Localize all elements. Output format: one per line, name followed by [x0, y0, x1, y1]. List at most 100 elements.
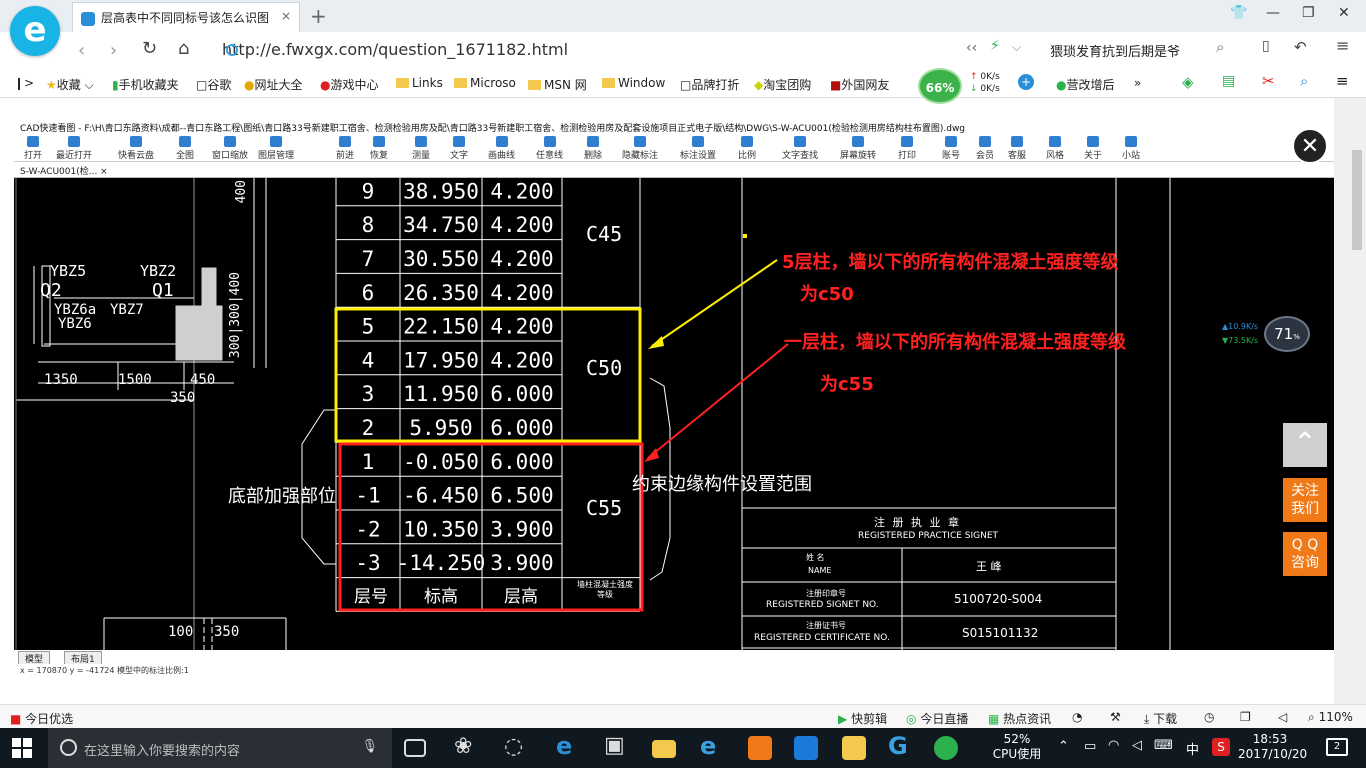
cad-tool-5[interactable]: 图层管理 [258, 136, 294, 161]
cad-tool-6[interactable]: 前进 [336, 136, 354, 161]
swirl-app-icon[interactable]: ◌ [504, 734, 528, 759]
browser-taskbar-icon[interactable] [934, 736, 958, 760]
download[interactable]: ⤓ 下载 [1144, 710, 1177, 727]
cad-tool-11[interactable]: 任意线 [536, 136, 563, 161]
cad-tool-15[interactable]: 比例 [738, 136, 756, 161]
cad-tool-22[interactable]: 风格 [1046, 136, 1064, 161]
bookmark-microsoft[interactable]: Microso [454, 76, 516, 90]
sogou-ime-icon[interactable]: S [1212, 738, 1230, 756]
bookmark-tax[interactable]: ●营改增后 [1056, 76, 1115, 93]
cad-tool-20[interactable]: 会员 [976, 136, 994, 161]
cad-tool-17[interactable]: 屏幕旋转 [840, 136, 876, 161]
speed-boost-ball[interactable]: 66% [918, 68, 962, 104]
windows-start-icon[interactable] [12, 738, 32, 758]
chevron-down-icon[interactable]: ⌵ [1012, 40, 1021, 55]
bookmark-mobile[interactable]: ▮手机收藏夹 [112, 76, 179, 93]
url-input[interactable]: http://e.fwxgx.com/question_1671182.html [222, 40, 568, 59]
new-tab-button[interactable]: + [310, 4, 327, 28]
zoom-level[interactable]: ⌕ 110% [1308, 710, 1353, 725]
cad-tool-0[interactable]: 打开 [24, 136, 42, 161]
bookmark-favorites[interactable]: ★收藏 ⌵ [46, 76, 94, 93]
cad-tool-9[interactable]: 文字 [450, 136, 468, 161]
forward-arrow-icon[interactable]: › [110, 40, 117, 61]
plus-icon[interactable]: + [1018, 74, 1034, 90]
more-bookmarks-icon[interactable]: » [1134, 76, 1141, 90]
hot-news[interactable]: ▦ 热点资讯 [988, 710, 1051, 727]
notes-app-icon[interactable] [842, 736, 866, 760]
shield-icon[interactable]: ◈ [1182, 73, 1194, 91]
refresh-icon[interactable]: ↻ [142, 38, 157, 59]
g-app-icon[interactable]: G [888, 732, 912, 760]
minimize-button[interactable]: — [1266, 5, 1280, 21]
ime-indicator[interactable]: 中 [1186, 739, 1199, 758]
quick-edit[interactable]: ▶ 快剪辑 [838, 710, 887, 727]
search-icon[interactable]: ⌕ [1216, 38, 1224, 56]
cad-tool-8[interactable]: 测量 [412, 136, 430, 161]
network-monitor-widget[interactable]: ▲10.9K/s ▼73.5K/s 71% [1222, 316, 1312, 354]
cad-tool-4[interactable]: 窗口缩放 [212, 136, 248, 161]
bookmark-windows[interactable]: Window [602, 76, 665, 90]
cad-tool-21[interactable]: 客服 [1008, 136, 1026, 161]
sidebar-toggle-icon[interactable]: ❙> [14, 76, 34, 90]
cad-tool-16[interactable]: 文字查找 [782, 136, 818, 161]
page-scrollbar-thumb[interactable] [1352, 150, 1362, 250]
speedometer-icon[interactable]: ◔ [1072, 710, 1082, 724]
wifi-icon[interactable]: ◠ [1108, 738, 1119, 753]
back-to-top-button[interactable]: ⌃ [1283, 423, 1327, 467]
bookmark-foreign[interactable]: ■外国网友 [830, 76, 889, 93]
home-icon[interactable]: ⌂ [178, 38, 189, 59]
today-picks[interactable]: ■ 今日优选 [10, 710, 73, 727]
lightning-icon[interactable]: ⚡ [990, 38, 1000, 54]
shirt-skin-icon[interactable]: 👕 [1230, 5, 1247, 21]
cad-file-tab[interactable]: S-W-ACU001(检... × [14, 162, 1334, 178]
keyboard-icon[interactable]: ⌨ [1154, 738, 1173, 753]
cad-tool-2[interactable]: 快看云盘 [118, 136, 154, 161]
browser-tab-active[interactable]: 层高表中不同同标号该怎么识图 × [72, 2, 300, 32]
cad-tool-14[interactable]: 标注设置 [680, 136, 716, 161]
store-icon[interactable]: ▣ [604, 733, 628, 758]
today-live[interactable]: ◎ 今日直播 [906, 710, 968, 727]
browser-logo[interactable]: e [10, 6, 60, 56]
edge-icon[interactable]: e [556, 732, 580, 760]
restore-button[interactable]: ❐ [1302, 5, 1315, 21]
taobao-icon[interactable] [748, 736, 772, 760]
task-view-icon[interactable] [404, 739, 426, 757]
close-viewer-button[interactable]: ✕ [1292, 128, 1328, 164]
cad-tool-18[interactable]: 打印 [898, 136, 916, 161]
history-icon[interactable]: ◷ [1204, 710, 1214, 724]
cad-tool-3[interactable]: 全图 [176, 136, 194, 161]
close-window-button[interactable]: ✕ [1338, 5, 1350, 21]
cad-tool-13[interactable]: 隐藏标注 [622, 136, 658, 161]
notification-center-button[interactable]: 2 [1326, 738, 1348, 756]
menu-icon[interactable]: ≡ [1336, 36, 1349, 55]
system-clock[interactable]: 18:53 2017/10/20 [1238, 732, 1307, 762]
scissors-icon[interactable]: ✂ [1262, 72, 1275, 90]
follow-us-button[interactable]: 关注 我们 [1283, 478, 1327, 522]
tab-close-icon[interactable]: × [281, 9, 291, 23]
volume-icon[interactable]: ◁ [1132, 738, 1142, 753]
ie-icon[interactable]: e [700, 732, 724, 760]
cad-tool-12[interactable]: 删除 [584, 136, 602, 161]
search-icon[interactable]: ⌕ [1300, 72, 1308, 90]
cad-tool-24[interactable]: 小站 [1122, 136, 1140, 161]
taskbar-search-input[interactable]: 在这里输入你要搜索的内容 🎙 [48, 728, 392, 768]
tools-icon[interactable]: ⚒ [1110, 710, 1121, 724]
undo-icon[interactable]: ↶ [1294, 38, 1307, 56]
bookmark-taobao[interactable]: ◆淘宝团购 [754, 76, 811, 93]
battery-icon[interactable]: ▭ [1084, 739, 1096, 754]
sound-icon[interactable]: ◁ [1278, 710, 1287, 724]
bookmark-games[interactable]: ●游戏中心 [320, 76, 379, 93]
bookmark-brand[interactable]: □品牌打折 [680, 76, 739, 93]
bookmark-google[interactable]: □谷歌 [196, 76, 231, 93]
phone-icon[interactable]: ▯ [1262, 38, 1270, 54]
window-icon[interactable]: ❐ [1240, 710, 1251, 724]
cad-tool-7[interactable]: 恢复 [370, 136, 388, 161]
wallet-icon[interactable]: ▤ [1222, 73, 1235, 89]
cad-tool-19[interactable]: 账号 [942, 136, 960, 161]
cad-drawing-canvas[interactable]: 9 38.950 4.200 8 34.750 4.200 7 30.550 4.200 6 26.… [14, 178, 1334, 650]
cad-tool-1[interactable]: 最近打开 [56, 136, 92, 161]
tray-chevron-icon[interactable]: ⌃ [1058, 739, 1069, 754]
cad-tool-23[interactable]: 关于 [1084, 136, 1102, 161]
add-app-icon[interactable] [794, 736, 818, 760]
microphone-icon[interactable]: 🎙 [361, 739, 378, 754]
